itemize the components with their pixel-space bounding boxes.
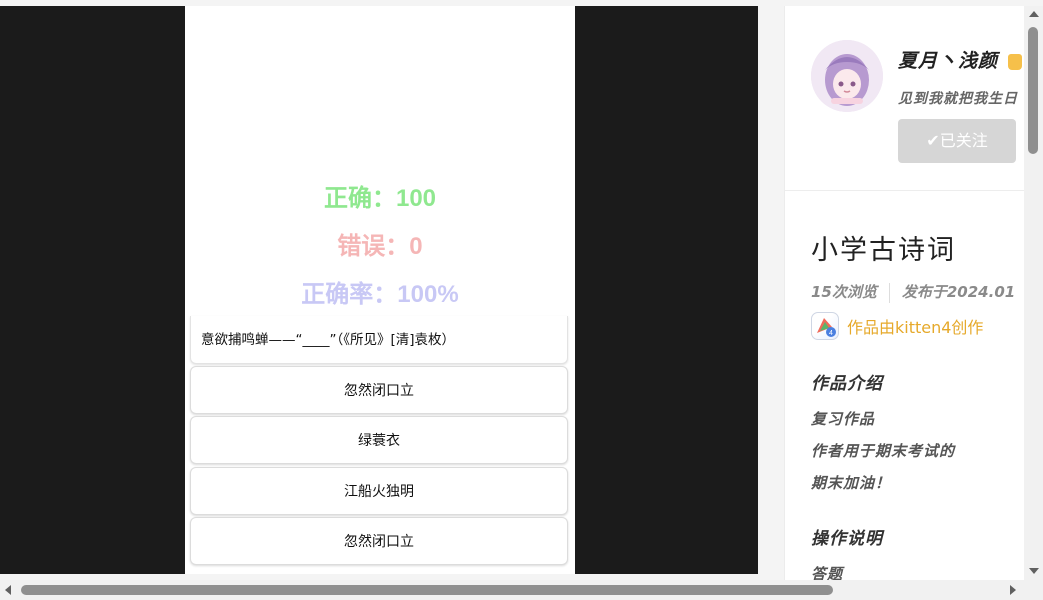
- follow-button[interactable]: ✔已关注: [898, 119, 1016, 163]
- scroll-left-arrow-icon[interactable]: [5, 585, 11, 595]
- wrong-count: 错误：0: [337, 233, 423, 260]
- scrollbar-corner: [1024, 580, 1043, 600]
- scroll-up-arrow-icon[interactable]: [1029, 11, 1039, 17]
- operation-line: 答题: [811, 565, 844, 580]
- answer-option-1[interactable]: 忽然闭口立: [190, 366, 568, 414]
- publish-date: 发布于2024.01: [901, 283, 1016, 301]
- intro-heading: 作品介绍: [811, 374, 883, 394]
- work-meta: 15次浏览 发布于2024.01: [811, 281, 1015, 303]
- app-icon-badge: 4: [829, 330, 833, 337]
- kitten-app-icon: 4: [811, 312, 839, 340]
- avatar-image-icon: [811, 40, 883, 112]
- game-stage[interactable]: 正确：100 错误：0 正确率：100% 意欲捕鸣蝉——“____”（《所见》[…: [185, 6, 575, 574]
- answer-option-4[interactable]: 忽然闭口立: [190, 517, 568, 565]
- vertical-scroll-thumb[interactable]: [1028, 27, 1038, 154]
- intro-line: 复习作品: [811, 410, 876, 428]
- view-count: 15次浏览: [811, 283, 877, 301]
- meta-separator: [888, 282, 890, 303]
- scroll-down-arrow-icon[interactable]: [1029, 568, 1039, 574]
- creation-tool-label[interactable]: 作品由kitten4创作: [847, 314, 983, 338]
- horizontal-scroll-thumb[interactable]: [21, 585, 833, 595]
- horizontal-scrollbar[interactable]: [0, 580, 1024, 600]
- answer-option-2[interactable]: 绿蓑衣: [190, 416, 568, 464]
- work-info-panel: 夏月丶浅颜 见到我就把我生日 ✔已关注 小学古诗词 15次浏览 发布于2024.0…: [784, 6, 1025, 580]
- author-name[interactable]: 夏月丶浅颜: [898, 46, 1022, 73]
- creation-tool[interactable]: 4 作品由kitten4创作: [811, 312, 983, 344]
- thumbs-up-icon: [1007, 53, 1022, 70]
- answer-option-3[interactable]: 江船火独明: [190, 467, 568, 515]
- check-icon: ✔: [926, 131, 940, 150]
- vertical-scrollbar[interactable]: [1024, 6, 1043, 580]
- work-title: 小学古诗词: [811, 235, 956, 266]
- avatar[interactable]: [811, 40, 883, 112]
- operation-heading: 操作说明: [811, 529, 883, 549]
- intro-line: 作者用于期末考试的: [811, 442, 956, 460]
- correct-count: 正确：100: [323, 185, 437, 212]
- author-bio: 见到我就把我生日: [898, 91, 1018, 107]
- accuracy-rate: 正确率：100%: [301, 281, 459, 308]
- scroll-right-arrow-icon[interactable]: [1010, 585, 1016, 595]
- divider: [785, 190, 1025, 191]
- question-text: 意欲捕鸣蝉——“____”（《所见》[清]袁枚）: [190, 316, 568, 364]
- intro-line: 期末加油！: [811, 474, 892, 492]
